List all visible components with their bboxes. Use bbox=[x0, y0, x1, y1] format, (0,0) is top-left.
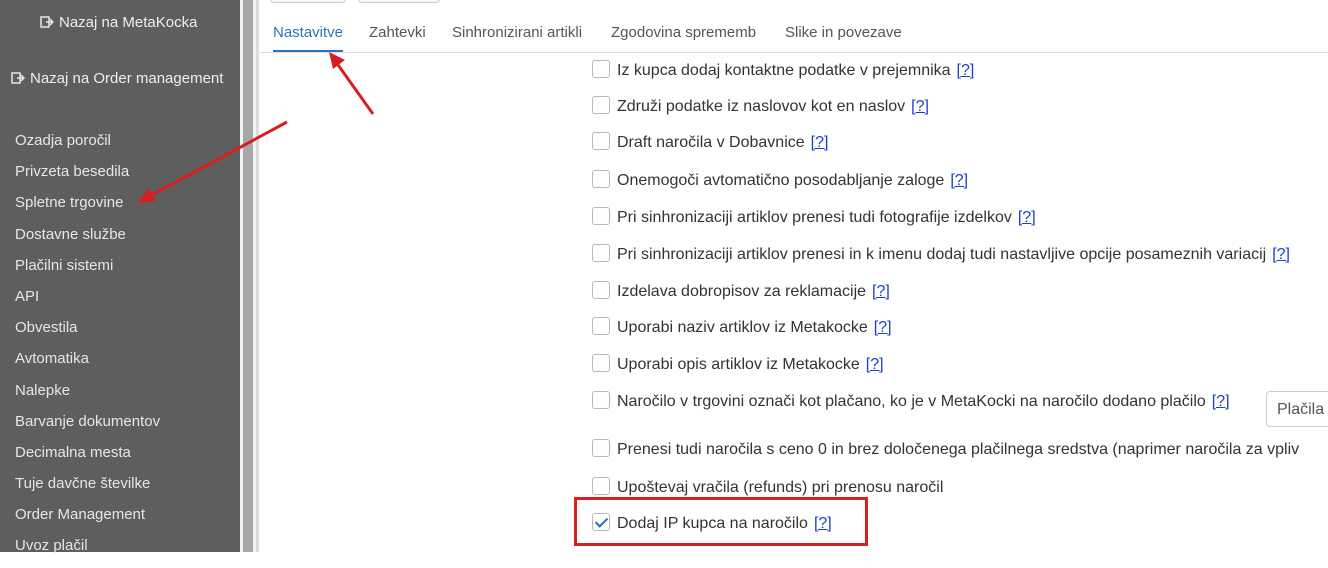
option-checkbox[interactable] bbox=[592, 391, 610, 409]
option-label: Uporabi naziv artiklov iz Metakocke bbox=[617, 319, 868, 336]
sidebar-item-placilni-sistemi[interactable]: Plačilni sistemi bbox=[15, 256, 160, 287]
option-checkbox[interactable] bbox=[592, 354, 610, 372]
option-checkbox[interactable] bbox=[592, 244, 610, 262]
sidebar-item-nalepke[interactable]: Nalepke bbox=[15, 381, 160, 412]
sidebar-item-tuje-davcne-stevilke[interactable]: Tuje davčne številke bbox=[15, 474, 160, 505]
option-row: Pri sinhronizaciji artiklov prenesi tudi… bbox=[592, 207, 1036, 227]
option-label: Združi podatke iz naslovov kot en naslov bbox=[617, 98, 906, 115]
highlight-box bbox=[574, 497, 868, 546]
help-link[interactable]: [?] bbox=[1018, 209, 1036, 226]
option-label: Prenesi tudi naročila s ceno 0 in brez d… bbox=[617, 441, 1300, 458]
option-checkbox[interactable] bbox=[592, 477, 610, 495]
help-link[interactable]: [?] bbox=[1212, 393, 1230, 410]
tab-sinhronizirani-artikli[interactable]: Sinhronizirani artikli bbox=[452, 14, 582, 51]
option-row: Naročilo v trgovini označi kot plačano, … bbox=[592, 391, 1230, 411]
sidebar-item-order-management[interactable]: Order Management bbox=[15, 505, 160, 536]
content-divider bbox=[256, 0, 259, 552]
arrow-to-tab bbox=[329, 52, 375, 115]
sidebar-item-api[interactable]: API bbox=[15, 287, 160, 318]
help-link[interactable]: [?] bbox=[957, 62, 975, 79]
help-link[interactable]: [?] bbox=[911, 98, 929, 115]
option-row: Prenesi tudi naročila s ceno 0 in brez d… bbox=[592, 439, 1299, 459]
help-link[interactable]: [?] bbox=[950, 172, 968, 189]
payment-select-value: Plačila bbox=[1277, 401, 1325, 418]
sidebar-menu: Ozadja poročil Privzeta besedila Spletne… bbox=[15, 131, 160, 568]
tab-zgodovina-sprememb[interactable]: Zgodovina sprememb bbox=[611, 14, 756, 51]
option-label: Izdelava dobropisov za reklamacije bbox=[617, 283, 867, 300]
tab-slike-in-povezave[interactable]: Slike in povezave bbox=[785, 14, 902, 51]
sidebar-item-spletne-trgovine[interactable]: Spletne trgovine bbox=[15, 193, 160, 224]
option-checkbox[interactable] bbox=[592, 317, 610, 335]
option-checkbox[interactable] bbox=[592, 207, 610, 225]
back-to-order-management-label: Nazaj na Order management bbox=[30, 70, 224, 87]
help-link[interactable]: [?] bbox=[872, 283, 890, 300]
option-row: Onemogoči avtomatično posodabljanje zalo… bbox=[592, 170, 968, 190]
exit-icon bbox=[40, 16, 54, 28]
option-row: Uporabi opis artiklov iz Metakocke [?] bbox=[592, 354, 884, 374]
sidebar-item-decimalna-mesta[interactable]: Decimalna mesta bbox=[15, 443, 160, 474]
tab-bar: Nastavitve Zahtevki Sinhronizirani artik… bbox=[260, 14, 1328, 53]
sidebar-scrollbar-thumb[interactable] bbox=[243, 0, 253, 552]
sidebar-item-barvanje-dokumentov[interactable]: Barvanje dokumentov bbox=[15, 412, 160, 443]
option-row: Združi podatke iz naslovov kot en naslov… bbox=[592, 96, 929, 116]
option-row: Uporabi naziv artiklov iz Metakocke [?] bbox=[592, 317, 892, 337]
tab-nastavitve[interactable]: Nastavitve bbox=[273, 14, 344, 52]
option-label: Iz kupca dodaj kontaktne podatke v preje… bbox=[617, 62, 951, 79]
sidebar-item-ozadja-porocil[interactable]: Ozadja poročil bbox=[15, 131, 160, 162]
option-checkbox[interactable] bbox=[592, 281, 610, 299]
option-row: Upoštevaj vračila (refunds) pri prenosu … bbox=[592, 477, 943, 497]
back-to-metakocka-link[interactable]: Nazaj na MetaKocka bbox=[40, 14, 197, 31]
option-label: Naročilo v trgovini označi kot plačano, … bbox=[617, 393, 1206, 410]
option-checkbox[interactable] bbox=[592, 96, 610, 114]
exit-icon bbox=[11, 72, 25, 84]
help-link[interactable]: [?] bbox=[811, 134, 829, 151]
sidebar-item-uvoz-placil[interactable]: Uvoz plačil bbox=[15, 536, 160, 567]
sidebar-item-obvestila[interactable]: Obvestila bbox=[15, 318, 160, 349]
option-row: Draft naročila v Dobavnice [?] bbox=[592, 132, 828, 152]
help-link[interactable]: [?] bbox=[1272, 246, 1290, 263]
option-row: Izdelava dobropisov za reklamacije [?] bbox=[592, 281, 890, 301]
option-label: Onemogoči avtomatično posodabljanje zalo… bbox=[617, 172, 945, 189]
option-label: Draft naročila v Dobavnice bbox=[617, 134, 805, 151]
option-checkbox[interactable] bbox=[592, 170, 610, 188]
option-label: Pri sinhronizaciji artiklov prenesi tudi… bbox=[617, 209, 1012, 226]
sidebar-item-privzeta-besedila[interactable]: Privzeta besedila bbox=[15, 162, 160, 193]
sidebar: Nazaj na MetaKocka Nazaj na Order manage… bbox=[0, 0, 240, 554]
top-button-1[interactable] bbox=[270, 0, 346, 3]
option-checkbox[interactable] bbox=[592, 60, 610, 78]
back-to-order-management-link[interactable]: Nazaj na Order management bbox=[11, 70, 223, 87]
help-link[interactable]: [?] bbox=[866, 356, 884, 373]
top-button-2[interactable] bbox=[358, 0, 440, 3]
tab-zahtevki[interactable]: Zahtevki bbox=[369, 14, 426, 51]
option-row: Iz kupca dodaj kontaktne podatke v preje… bbox=[592, 60, 974, 80]
option-checkbox[interactable] bbox=[592, 439, 610, 457]
option-label: Upoštevaj vračila (refunds) pri prenosu … bbox=[617, 479, 944, 496]
option-checkbox[interactable] bbox=[592, 132, 610, 150]
option-row: Pri sinhronizaciji artiklov prenesi in k… bbox=[592, 244, 1290, 264]
back-to-metakocka-label: Nazaj na MetaKocka bbox=[59, 14, 198, 31]
sidebar-item-dostavne-sluzbe[interactable]: Dostavne službe bbox=[15, 225, 160, 256]
option-label: Pri sinhronizaciji artiklov prenesi in k… bbox=[617, 246, 1267, 263]
option-label: Uporabi opis artiklov iz Metakocke bbox=[617, 356, 860, 373]
sidebar-item-avtomatika[interactable]: Avtomatika bbox=[15, 349, 160, 380]
payment-select[interactable]: Plačila bbox=[1266, 391, 1328, 427]
help-link[interactable]: [?] bbox=[874, 319, 892, 336]
